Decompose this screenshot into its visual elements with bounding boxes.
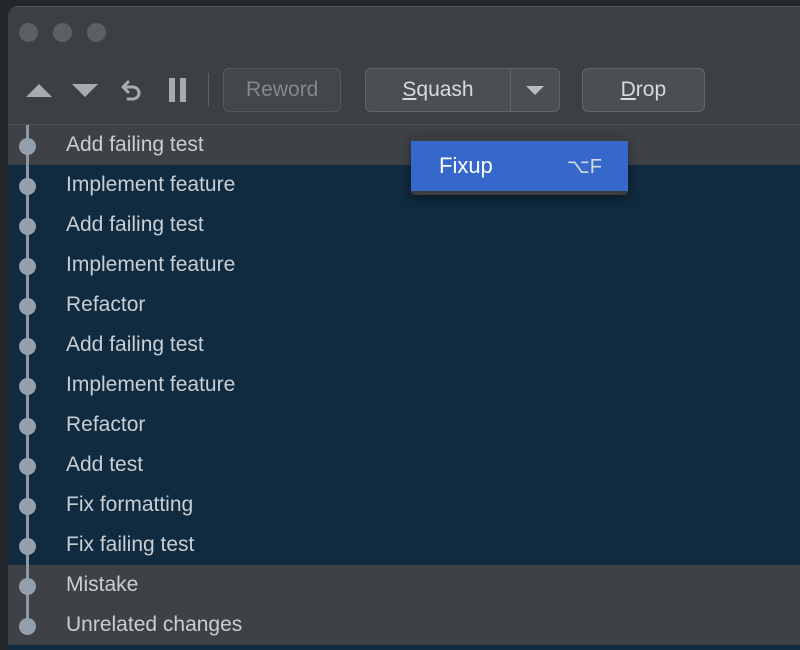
move-down-button[interactable]: [62, 67, 108, 113]
graph-commit-node-icon: [19, 178, 36, 195]
drop-button[interactable]: Drop: [581, 68, 706, 112]
drop-button-mnemonic: D: [620, 78, 636, 101]
graph-commit-node-icon: [19, 418, 36, 435]
commit-subject: Implement feature: [66, 173, 236, 196]
menu-item-shortcut: ⌥F: [566, 155, 602, 178]
commit-row[interactable]: Add test: [8, 445, 800, 485]
commit-graph-cell: [8, 245, 48, 285]
commit-graph-cell: [8, 325, 48, 365]
commit-row[interactable]: Implement feature: [8, 165, 800, 205]
commit-row[interactable]: Refactor: [8, 405, 800, 445]
commit-subject: Add failing test: [66, 133, 204, 156]
commit-row[interactable]: Mistake: [8, 565, 800, 605]
pause-button[interactable]: [154, 67, 200, 113]
graph-commit-node-icon: [19, 218, 36, 235]
minimize-button-icon[interactable]: [53, 23, 72, 42]
commit-subject: Unrelated changes: [66, 613, 243, 636]
commit-graph-cell: [8, 125, 48, 165]
arrow-up-icon: [26, 83, 52, 97]
squash-dropdown-button[interactable]: [509, 68, 560, 112]
commit-list[interactable]: Add failing test Implement feature Add fai…: [8, 124, 800, 650]
graph-commit-node-icon: [19, 578, 36, 595]
commit-subject: Mistake: [66, 573, 139, 596]
undo-arrow-icon: [121, 80, 141, 101]
commit-graph-cell: [8, 165, 48, 205]
graph-commit-node-icon: [19, 338, 36, 355]
commit-row[interactable]: Add failing test: [8, 205, 800, 245]
commit-graph-cell: [8, 365, 48, 405]
window-titlebar: [8, 6, 800, 56]
commit-subject: Refactor: [66, 293, 146, 316]
pause-icon: [168, 78, 186, 102]
commit-subject: Add failing test: [66, 333, 204, 356]
move-up-button[interactable]: [16, 67, 62, 113]
commit-subject: Implement feature: [66, 373, 236, 396]
commit-row[interactable]: Implement feature: [8, 245, 800, 285]
commit-subject: Add test: [66, 453, 144, 476]
graph-commit-node-icon: [19, 618, 36, 635]
toolbar-separator: [208, 73, 209, 107]
graph-commit-node-icon: [19, 378, 36, 395]
commit-graph-cell: [8, 405, 48, 445]
reword-button[interactable]: Reword: [223, 68, 342, 112]
commit-subject: Fix failing test: [66, 533, 195, 556]
commit-graph-cell: [8, 565, 48, 605]
commit-graph-cell: [8, 605, 48, 645]
commit-subject: Refactor: [66, 413, 146, 436]
commit-subject: Implement feature: [66, 253, 236, 276]
commit-row[interactable]: Implement feature: [8, 365, 800, 405]
squash-button-mnemonic: S: [402, 78, 417, 101]
graph-commit-node-icon: [19, 538, 36, 555]
chevron-down-icon: [525, 85, 544, 95]
graph-commit-node-icon: [19, 458, 36, 475]
traffic-light-group: [19, 23, 106, 42]
reword-button-label: Reword: [246, 78, 319, 101]
commit-graph-cell: [8, 485, 48, 525]
commit-graph-cell: [8, 205, 48, 245]
graph-commit-node-icon: [19, 138, 36, 155]
menu-item-label: Fixup: [439, 153, 493, 178]
commit-row[interactable]: Fix failing test: [8, 525, 800, 565]
squash-dropdown-menu: Fixup ⌥F: [411, 137, 628, 195]
toolbar: Reword Squash Drop: [8, 56, 800, 124]
undo-button[interactable]: [108, 67, 154, 113]
squash-button-label: quash: [416, 78, 474, 101]
commit-subject: Add failing test: [66, 213, 204, 236]
drop-button-label: rop: [635, 78, 667, 101]
menu-item-fixup[interactable]: Fixup ⌥F: [411, 141, 628, 191]
squash-split-button: Squash: [365, 68, 560, 112]
commit-row[interactable]: Fix formatting: [8, 485, 800, 525]
commit-row[interactable]: Add failing test: [8, 325, 800, 365]
squash-button[interactable]: Squash: [365, 68, 510, 112]
graph-commit-node-icon: [19, 258, 36, 275]
commit-graph-cell: [8, 525, 48, 565]
commit-row[interactable]: Refactor: [8, 285, 800, 325]
commit-row[interactable]: Unrelated changes: [8, 605, 800, 645]
commit-graph-cell: [8, 445, 48, 485]
arrow-down-icon: [72, 83, 98, 97]
zoom-button-icon[interactable]: [87, 23, 106, 42]
rebase-window: Reword Squash Drop Add failing test Imple…: [8, 6, 800, 650]
close-button-icon[interactable]: [19, 23, 38, 42]
commit-subject: Fix formatting: [66, 493, 194, 516]
graph-commit-node-icon: [19, 298, 36, 315]
commit-row[interactable]: Add failing test: [8, 125, 800, 165]
commit-graph-cell: [8, 285, 48, 325]
graph-commit-node-icon: [19, 498, 36, 515]
